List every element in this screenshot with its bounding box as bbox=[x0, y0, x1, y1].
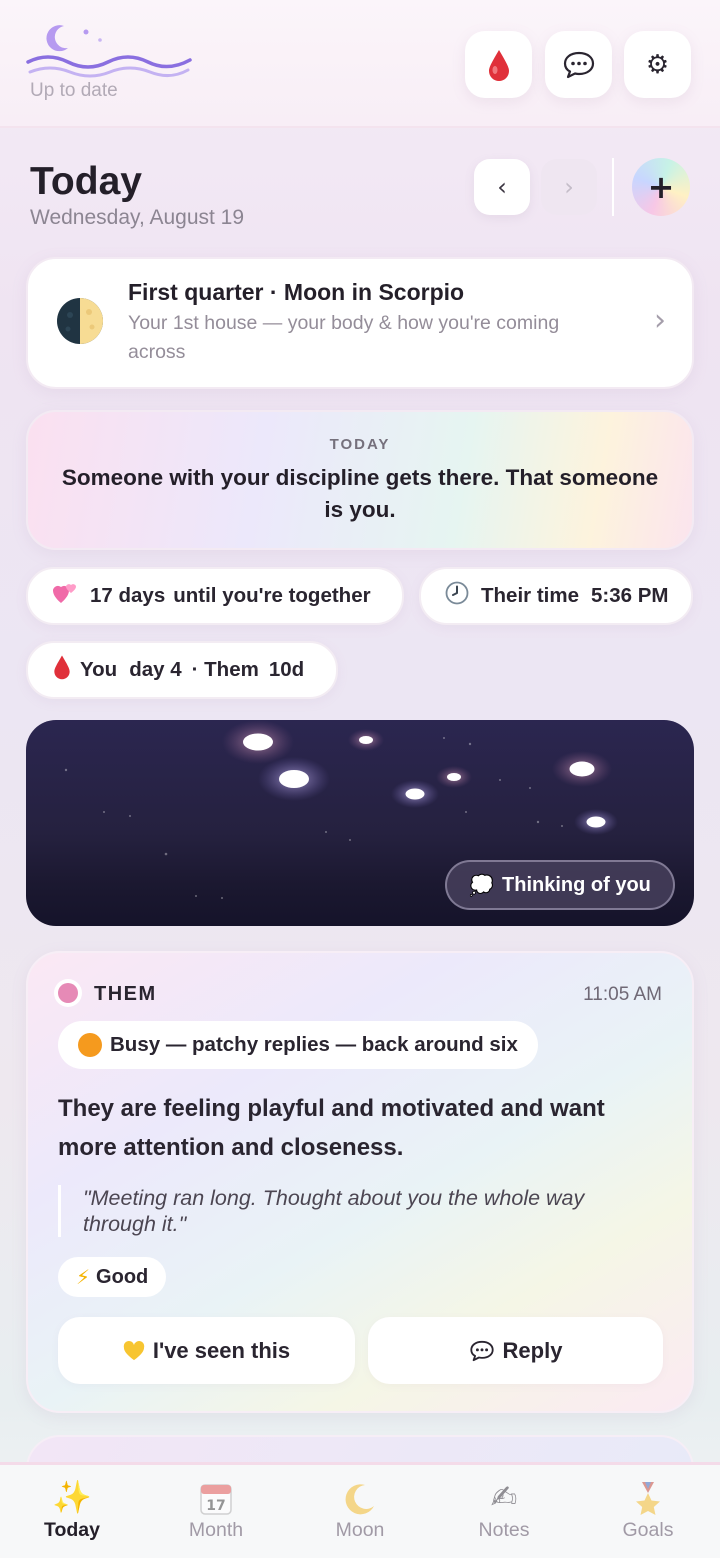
tab-moon[interactable]: Moon bbox=[288, 1477, 432, 1542]
reply-label: Reply bbox=[502, 1337, 563, 1363]
gear-icon: ⚙ bbox=[645, 49, 670, 80]
bottom-tab-bar: ✨ Today 17 Month Moon ✍ Notes Goals bbox=[0, 1462, 720, 1558]
sync-status: Up to date bbox=[30, 80, 118, 101]
them-cycle-day: 10d bbox=[268, 658, 305, 681]
app-header: Up to date ⚙ bbox=[0, 0, 720, 128]
orange-circle-icon bbox=[78, 1033, 102, 1057]
speech-bubble-icon bbox=[469, 1340, 494, 1361]
cycle-day-pill[interactable]: You day 4 · Them 10d bbox=[26, 641, 338, 699]
sparkles-icon: ✨ bbox=[52, 1478, 92, 1516]
blood-drop-icon bbox=[488, 49, 509, 81]
chevron-right-icon: › bbox=[564, 173, 574, 201]
availability-text: Busy — patchy replies — back around six bbox=[110, 1033, 518, 1056]
divider bbox=[612, 158, 614, 216]
seen-this-button[interactable]: I've seen this bbox=[58, 1317, 355, 1384]
thought-bubble-icon: 💭 bbox=[469, 873, 495, 897]
calendar-icon: 17 bbox=[144, 1477, 288, 1517]
affirmation-text: Someone with your discipline gets there.… bbox=[61, 465, 659, 522]
moon-waves-logo bbox=[26, 25, 192, 78]
tab-today[interactable]: ✨ Today bbox=[0, 1477, 144, 1542]
page-title: Today bbox=[30, 160, 142, 203]
their-time-pill[interactable]: Their time 5:36 PM bbox=[419, 567, 693, 625]
daily-affirmation-card: TODAY Someone with your discipline gets … bbox=[26, 410, 694, 550]
chat-bubble-icon bbox=[563, 51, 594, 78]
pink-dot-icon bbox=[58, 983, 78, 1003]
seen-this-label: I've seen this bbox=[152, 1337, 291, 1363]
clock-icon bbox=[445, 581, 469, 611]
affirmation-label: TODAY bbox=[329, 436, 391, 453]
tab-goals[interactable]: Goals bbox=[576, 1477, 720, 1542]
period-button[interactable] bbox=[465, 31, 532, 98]
you-cycle-day: day 4 bbox=[129, 658, 182, 681]
tab-label: Goals bbox=[622, 1519, 674, 1541]
tab-label: Month bbox=[188, 1519, 244, 1541]
reply-button[interactable]: Reply bbox=[368, 1317, 663, 1384]
mood-summary: They are feeling playful and motivated a… bbox=[58, 1095, 605, 1161]
lightning-icon: ⚡ bbox=[76, 1265, 91, 1289]
chevron-right-icon: › bbox=[654, 303, 666, 338]
yellow-heart-icon bbox=[123, 1340, 145, 1360]
plus-icon: + bbox=[647, 168, 675, 206]
their-time-value: 5:36 PM bbox=[590, 584, 669, 607]
tab-label: Notes bbox=[478, 1519, 530, 1541]
their-time-label: Their time bbox=[481, 584, 579, 607]
night-sky-image: 💭 Thinking of you bbox=[26, 720, 694, 926]
crescent-moon-icon bbox=[288, 1477, 432, 1517]
tab-label: Today bbox=[44, 1519, 100, 1541]
add-entry-button[interactable]: + bbox=[632, 158, 690, 216]
next-day-button[interactable]: › bbox=[541, 159, 597, 215]
page-date: Wednesday, August 19 bbox=[30, 206, 245, 229]
energy-badge: ⚡ Good bbox=[58, 1257, 167, 1297]
countdown-days: 17 days bbox=[90, 584, 166, 607]
medal-icon bbox=[576, 1477, 720, 1517]
partner-color-indicator bbox=[54, 979, 82, 1007]
availability-pill: Busy — patchy replies — back around six bbox=[58, 1021, 538, 1069]
partner-status-card: THEM 11:05 AM Busy — patchy replies — ba… bbox=[26, 951, 694, 1413]
blood-drop-icon bbox=[52, 654, 72, 686]
thinking-of-you-label: Thinking of you bbox=[502, 873, 651, 896]
partner-message: "Meeting ran long. Thought about you the… bbox=[58, 1185, 654, 1237]
status-timestamp: 11:05 AM bbox=[583, 984, 662, 1005]
moon-phase-subtitle: Your 1st house — your body & how you're … bbox=[128, 312, 560, 363]
thinking-of-you-button[interactable]: 💭 Thinking of you bbox=[445, 860, 675, 910]
writing-hand-icon: ✍ bbox=[490, 1478, 518, 1516]
them-label: · Them bbox=[191, 658, 259, 681]
countdown-text: until you're together bbox=[173, 584, 371, 607]
tab-month[interactable]: 17 Month bbox=[144, 1477, 288, 1542]
chat-button[interactable] bbox=[545, 31, 612, 98]
partner-label: THEM bbox=[94, 983, 157, 1005]
two-hearts-icon bbox=[52, 581, 78, 611]
countdown-pill[interactable]: 17 days until you're together bbox=[26, 567, 404, 625]
you-label: You bbox=[80, 658, 118, 681]
moon-phase-title: First quarter · Moon in Scorpio bbox=[128, 279, 465, 305]
chevron-left-icon: ‹ bbox=[497, 173, 507, 201]
moon-phase-card[interactable]: First quarter · Moon in Scorpio Your 1st… bbox=[26, 257, 694, 389]
energy-label: Good bbox=[96, 1265, 149, 1288]
previous-day-button[interactable]: ‹ bbox=[474, 159, 530, 215]
tab-label: Moon bbox=[335, 1519, 385, 1541]
settings-button[interactable]: ⚙ bbox=[624, 31, 691, 98]
tab-notes[interactable]: ✍ Notes bbox=[432, 1477, 576, 1542]
first-quarter-moon-icon bbox=[57, 298, 103, 344]
svg-text:17: 17 bbox=[206, 1498, 225, 1514]
